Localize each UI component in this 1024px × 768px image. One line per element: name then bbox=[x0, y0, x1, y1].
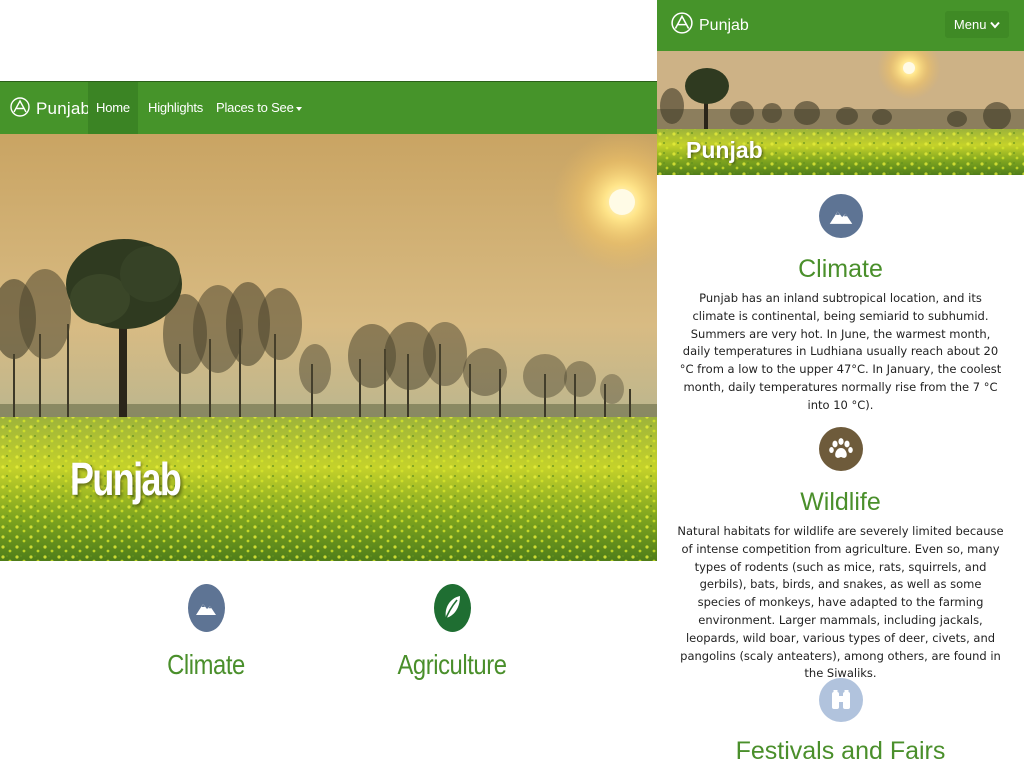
feature-agriculture[interactable]: Agriculture bbox=[377, 584, 527, 681]
hero-banner: Punjab bbox=[0, 134, 657, 561]
section-title: Wildlife bbox=[800, 488, 881, 516]
mobile-view: Punjab Menu Punjab Climate Punjab has an… bbox=[657, 0, 1024, 768]
section-climate: Climate Punjab has an inland subtropical… bbox=[657, 194, 1024, 415]
nav-places-dropdown[interactable]: Places to See bbox=[216, 82, 302, 134]
section-wildlife: Wildlife Natural habitats for wildlife a… bbox=[657, 427, 1024, 683]
desktop-view: Punjab Home Highlights Places to See Pun… bbox=[0, 0, 657, 768]
navbar: Punjab Home Highlights Places to See bbox=[0, 81, 657, 134]
paw-icon bbox=[818, 427, 863, 471]
mountain-icon bbox=[187, 584, 225, 632]
chevron-down-icon bbox=[990, 17, 1000, 32]
section-body: Punjab has an inland subtropical locatio… bbox=[679, 291, 1002, 412]
feature-title: Agriculture bbox=[397, 649, 507, 680]
leaf-icon bbox=[433, 584, 471, 632]
nav-highlights[interactable]: Highlights bbox=[148, 82, 203, 134]
mountain-icon bbox=[818, 194, 863, 238]
mobile-hero-banner: Punjab bbox=[657, 51, 1024, 175]
section-festivals: Festivals and Fairs bbox=[657, 678, 1024, 766]
feature-title: Climate bbox=[167, 649, 245, 680]
brand-name: Punjab bbox=[36, 99, 91, 118]
section-title: Festivals and Fairs bbox=[735, 737, 946, 765]
hero-title: Punjab bbox=[70, 453, 182, 505]
nav-places-label: Places to See bbox=[216, 100, 294, 115]
mobile-navbar: Punjab Menu bbox=[657, 0, 1024, 51]
logo-icon bbox=[10, 96, 30, 122]
nav-home[interactable]: Home bbox=[88, 82, 138, 134]
menu-button[interactable]: Menu bbox=[945, 11, 1009, 38]
brand-link[interactable]: Punjab bbox=[10, 95, 90, 123]
section-body: Natural habitats for wildlife are severe… bbox=[677, 524, 1004, 681]
caret-down-icon bbox=[295, 106, 302, 111]
brand-name: Punjab bbox=[699, 16, 749, 34]
brand-link[interactable]: Punjab bbox=[671, 12, 749, 39]
binoculars-icon bbox=[818, 678, 863, 722]
hero-title: Punjab bbox=[686, 137, 763, 163]
menu-label: Menu bbox=[953, 17, 987, 32]
section-title: Climate bbox=[798, 255, 883, 283]
logo-icon bbox=[671, 12, 693, 39]
feature-climate[interactable]: Climate bbox=[131, 584, 281, 681]
